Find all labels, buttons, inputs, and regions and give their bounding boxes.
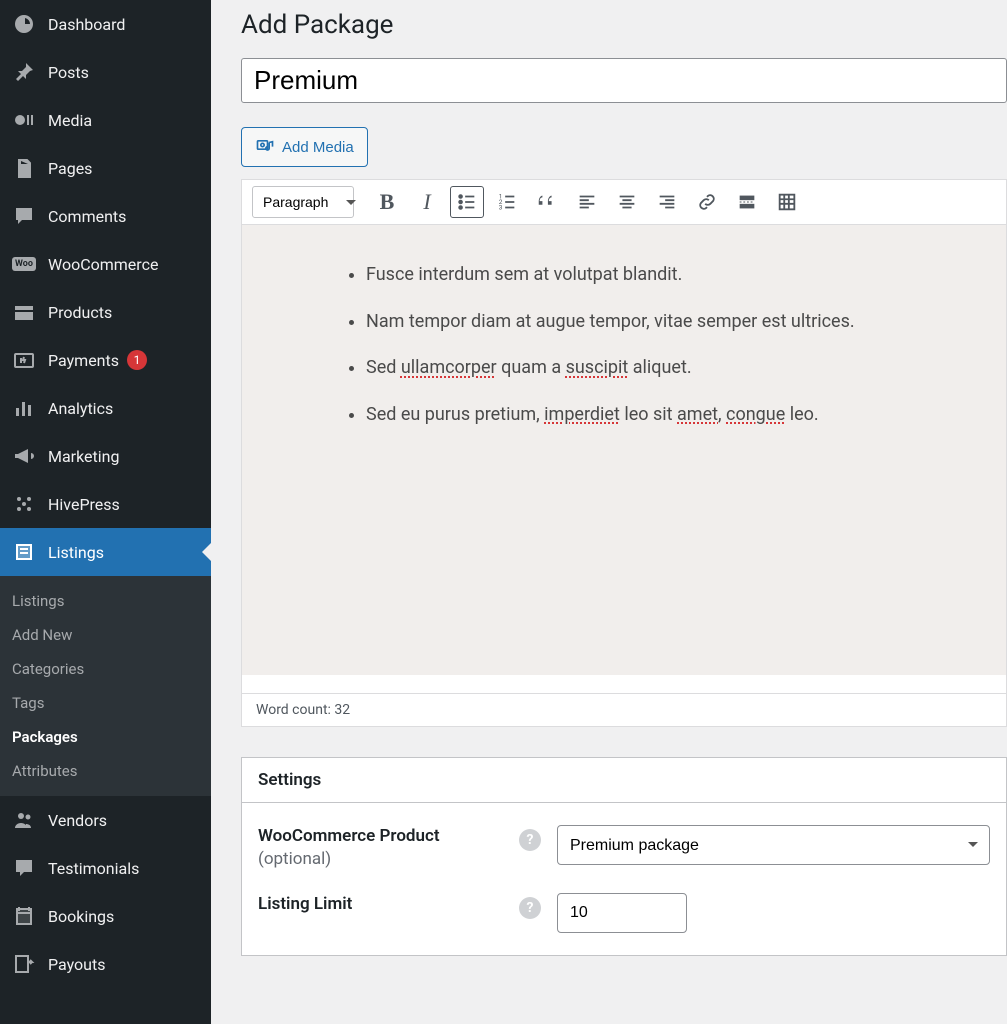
align-right-button[interactable] xyxy=(650,186,684,218)
link-button[interactable] xyxy=(690,186,724,218)
sidebar-item-testimonials[interactable]: Testimonials xyxy=(0,844,211,892)
sidebar-item-analytics[interactable]: Analytics xyxy=(0,384,211,432)
blockquote-button[interactable] xyxy=(530,186,564,218)
pin-icon xyxy=(12,60,36,84)
admin-sidebar: Dashboard Posts Media Pages Comments Woo… xyxy=(0,0,211,1024)
add-media-button[interactable]: Add Media xyxy=(241,127,368,167)
sidebar-item-label: WooCommerce xyxy=(48,255,158,274)
sidebar-item-payouts[interactable]: Payouts xyxy=(0,940,211,988)
sidebar-item-label: Listings xyxy=(48,543,104,562)
editor-toolbar: Paragraph B I 123 xyxy=(242,180,1006,225)
sidebar-item-label: Posts xyxy=(48,63,89,82)
italic-button[interactable]: I xyxy=(410,186,444,218)
media-icon xyxy=(12,108,36,132)
analytics-icon xyxy=(12,396,36,420)
submenu-item-attributes[interactable]: Attributes xyxy=(0,754,211,788)
sidebar-item-pages[interactable]: Pages xyxy=(0,144,211,192)
payments-icon xyxy=(12,348,36,372)
sidebar-item-label: Media xyxy=(48,111,92,130)
submenu-item-tags[interactable]: Tags xyxy=(0,686,211,720)
sidebar-item-hivepress[interactable]: HivePress xyxy=(0,480,211,528)
help-icon[interactable]: ? xyxy=(519,829,541,851)
submenu-item-categories[interactable]: Categories xyxy=(0,652,211,686)
submenu-item-listings[interactable]: Listings xyxy=(0,584,211,618)
bold-button[interactable]: B xyxy=(370,186,404,218)
word-count-value: 32 xyxy=(334,702,350,718)
settings-panel: Settings WooCommerce Product (optional) … xyxy=(241,757,1007,956)
menu-badge: 1 xyxy=(127,350,147,370)
submenu-item-packages[interactable]: Packages xyxy=(0,720,211,754)
dashboard-icon xyxy=(12,12,36,36)
settings-header: Settings xyxy=(242,758,1006,803)
sidebar-item-vendors[interactable]: Vendors xyxy=(0,796,211,844)
list-item: Sed eu purus pretium, imperdiet leo sit … xyxy=(366,400,946,431)
sidebar-item-marketing[interactable]: Marketing xyxy=(0,432,211,480)
sidebar-item-label: Comments xyxy=(48,207,126,226)
settings-row-listing-limit: Listing Limit ? xyxy=(242,871,1006,955)
svg-text:3: 3 xyxy=(499,203,503,211)
hivepress-icon xyxy=(12,492,36,516)
settings-label-listing-limit: Listing Limit xyxy=(258,893,503,916)
settings-label-wc-product: WooCommerce Product (optional) xyxy=(258,825,503,871)
submenu-item-add-new[interactable]: Add New xyxy=(0,618,211,652)
payouts-icon xyxy=(12,952,36,976)
listings-icon xyxy=(12,540,36,564)
bullet-list-button[interactable] xyxy=(450,186,484,218)
read-more-button[interactable] xyxy=(730,186,764,218)
sidebar-item-label: HivePress xyxy=(48,495,120,514)
content-editor: Paragraph B I 123 xyxy=(241,179,1007,727)
testimonials-icon xyxy=(12,856,36,880)
sidebar-item-label: Dashboard xyxy=(48,15,125,34)
calendar-icon xyxy=(12,904,36,928)
sidebar-item-media[interactable]: Media xyxy=(0,96,211,144)
page-title: Add Package xyxy=(241,10,1007,40)
toolbar-toggle-button[interactable] xyxy=(770,186,804,218)
package-title-input[interactable] xyxy=(241,58,1007,103)
megaphone-icon xyxy=(12,444,36,468)
list-item: Fusce interdum sem at volutpat blandit. xyxy=(366,260,946,291)
camera-music-icon xyxy=(255,135,275,159)
vendors-icon xyxy=(12,808,36,832)
sidebar-submenu: Listings Add New Categories Tags Package… xyxy=(0,576,211,796)
numbered-list-button[interactable]: 123 xyxy=(490,186,524,218)
sidebar-item-label: Analytics xyxy=(48,399,113,418)
sidebar-item-dashboard[interactable]: Dashboard xyxy=(0,0,211,48)
listing-limit-input[interactable] xyxy=(557,893,687,933)
sidebar-item-woocommerce[interactable]: Woo WooCommerce xyxy=(0,240,211,288)
settings-row-wc-product: WooCommerce Product (optional) ? Premium… xyxy=(242,803,1006,871)
align-center-button[interactable] xyxy=(610,186,644,218)
sidebar-item-bookings[interactable]: Bookings xyxy=(0,892,211,940)
sidebar-item-label: Marketing xyxy=(48,447,119,466)
help-icon[interactable]: ? xyxy=(519,897,541,919)
list-item: Nam tempor diam at augue tempor, vitae s… xyxy=(366,307,946,338)
sidebar-item-label: Bookings xyxy=(48,907,114,926)
sidebar-item-payments[interactable]: Payments 1 xyxy=(0,336,211,384)
sidebar-item-posts[interactable]: Posts xyxy=(0,48,211,96)
comments-icon xyxy=(12,204,36,228)
woo-icon: Woo xyxy=(12,252,36,276)
word-count-bar: Word count: 32 xyxy=(242,693,1006,726)
wc-product-select[interactable]: Premium package xyxy=(557,825,990,865)
pages-icon xyxy=(12,156,36,180)
sidebar-item-label: Testimonials xyxy=(48,859,139,878)
sidebar-item-label: Payouts xyxy=(48,955,105,974)
editor-body[interactable]: Fusce interdum sem at volutpat blandit. N… xyxy=(242,225,1006,675)
sidebar-item-comments[interactable]: Comments xyxy=(0,192,211,240)
list-item: Sed ullamcorper quam a suscipit aliquet. xyxy=(366,353,946,384)
sidebar-item-label: Pages xyxy=(48,159,92,178)
align-left-button[interactable] xyxy=(570,186,604,218)
main-content: Add Package Add Media Paragraph B I 123 xyxy=(211,0,1007,1024)
sidebar-item-label: Payments xyxy=(48,351,119,370)
add-media-label: Add Media xyxy=(282,139,354,156)
sidebar-item-label: Products xyxy=(48,303,112,322)
sidebar-item-listings[interactable]: Listings xyxy=(0,528,211,576)
format-select[interactable]: Paragraph xyxy=(252,186,354,218)
word-count-label: Word count: xyxy=(256,702,331,718)
sidebar-item-label: Vendors xyxy=(48,811,107,830)
sidebar-item-products[interactable]: Products xyxy=(0,288,211,336)
products-icon xyxy=(12,300,36,324)
